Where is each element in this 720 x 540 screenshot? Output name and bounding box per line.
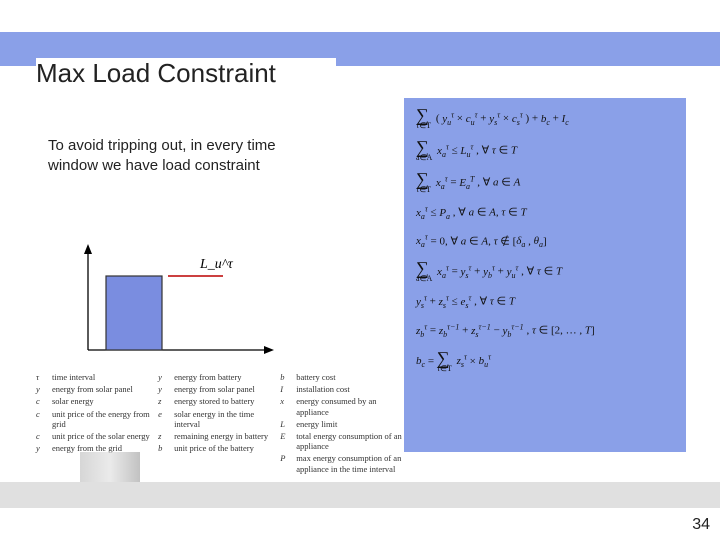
equation: xaτ = 0, ∀ a ∈ A, τ ∉ [δa , θa] [416, 233, 674, 252]
page-number: 34 [692, 516, 710, 534]
equation: bc = ∑τ∈T zsτ × buτ [416, 351, 674, 373]
legend-row: yenergy from battery [158, 372, 280, 382]
legend-row: cunit price of the energy from grid [36, 409, 158, 429]
legend-row: Iinstallation cost [280, 384, 402, 394]
legend-col-2: yenergy from battery yenergy from solar p… [158, 372, 280, 476]
equations-panel: ∑τ∈T ( yuτ × cuτ + ysτ × csτ ) + bc + Ic… [404, 98, 686, 452]
legend-row: xenergy consumed by an appliance [280, 396, 402, 416]
legend-row: bunit price of the battery [158, 443, 280, 453]
legend-row: yenergy from solar panel [36, 384, 158, 394]
equation: ysτ + zsτ ≤ esτ , ∀ τ ∈ T [416, 293, 674, 312]
footer-bar [0, 482, 720, 508]
equation: ∑τ∈T ( yuτ × cuτ + ysτ × csτ ) + bc + Ic [416, 108, 674, 130]
chart-label: L_u^τ [199, 257, 234, 272]
equation: zbτ = zbτ−1 + zsτ−1 − ybτ−1 , τ ∈ [2, … … [416, 322, 674, 341]
equation: xaτ ≤ Pa , ∀ a ∈ A, τ ∈ T [416, 204, 674, 223]
body-text: To avoid tripping out, in every time win… [48, 136, 278, 177]
load-limit-chart: L_u^τ [68, 240, 278, 360]
legend-row: Lenergy limit [280, 419, 402, 429]
legend-row: zremaining energy in battery [158, 431, 280, 441]
legend-row: esolar energy in the time interval [158, 409, 280, 429]
equation: ∑a∈A xaτ = ysτ + ybτ + yuτ , ∀ τ ∈ T [416, 261, 674, 283]
equation: ∑τ∈T xaτ = EaT , ∀ a ∈ A [416, 172, 674, 194]
legend-row: cunit price of the solar energy [36, 431, 158, 441]
slide-title: Max Load Constraint [36, 58, 336, 89]
legend-row: csolar energy [36, 396, 158, 406]
legend-col-3: bbattery cost Iinstallation cost xenergy c… [280, 372, 402, 476]
legend-row: zenergy stored to battery [158, 396, 280, 406]
footer-thumbnail [80, 452, 140, 482]
legend-row: τtime interval [36, 372, 158, 382]
legend-row: bbattery cost [280, 372, 402, 382]
equation: ∑a∈A xaτ ≤ Luτ , ∀ τ ∈ T [416, 140, 674, 162]
legend-row: yenergy from solar panel [158, 384, 280, 394]
legend-row: Etotal energy consumption of an applianc… [280, 431, 402, 451]
legend-row: Pmax energy consumption of an appliance … [280, 453, 402, 473]
